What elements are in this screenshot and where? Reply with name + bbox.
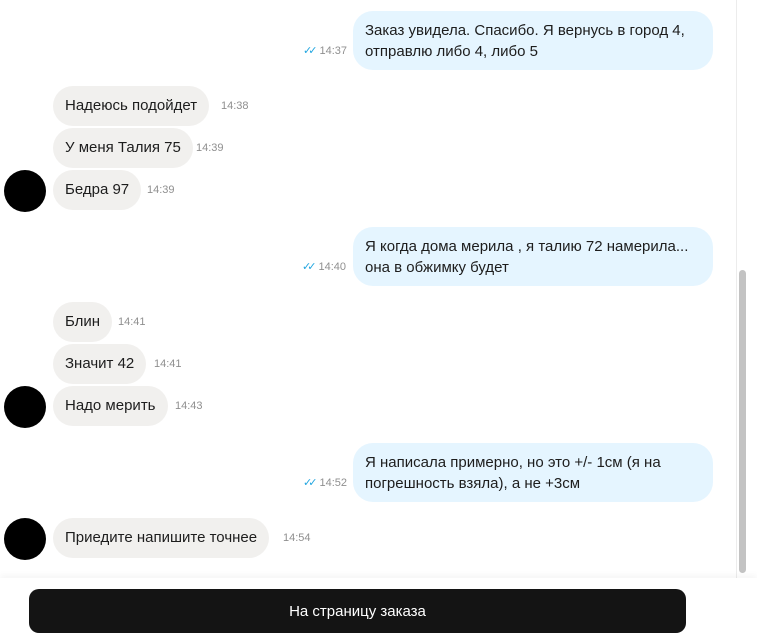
chat-message-list[interactable]: ✓✓ 14:37 Заказ увидела. Спасибо. Я верну… — [0, 0, 740, 578]
incoming-message[interactable]: Значит 42 — [53, 344, 147, 384]
message-text: Значит 42 — [65, 355, 135, 372]
message-time: 14:41 — [154, 358, 182, 370]
message-time: 14:54 — [283, 532, 311, 544]
message-time: ✓✓ 14:40 — [302, 261, 347, 273]
message-text: Заказ увидела. Спасибо. Я вернусь в горо… — [365, 22, 685, 60]
go-to-order-button[interactable]: На страницу заказа — [29, 589, 686, 633]
outgoing-message[interactable]: Я написала примерно, но это +/- 1см (я н… — [353, 443, 713, 502]
message-text: Бедра 97 — [65, 181, 130, 198]
go-to-order-button-label: На страницу заказа — [289, 602, 426, 620]
double-check-icon: ✓✓ — [303, 477, 318, 489]
incoming-message[interactable]: Блин — [53, 302, 113, 342]
message-text: Я написала примерно, но это +/- 1см (я н… — [365, 454, 661, 492]
message-time: 14:38 — [221, 100, 249, 112]
outgoing-message[interactable]: Я когда дома мерила , я талию 72 намерил… — [353, 227, 713, 286]
outgoing-message[interactable]: Заказ увидела. Спасибо. Я вернусь в горо… — [353, 11, 713, 70]
incoming-message[interactable]: Приедите напишите точнее — [53, 518, 270, 558]
message-time: ✓✓ 14:52 — [303, 477, 348, 489]
sender-avatar[interactable] — [4, 170, 46, 212]
message-text: Блин — [65, 313, 101, 330]
message-time: 14:41 — [118, 316, 146, 328]
message-text: Надо мерить — [65, 397, 156, 414]
message-text: Я когда дома мерила , я талию 72 намерил… — [365, 238, 689, 276]
message-text: Приедите напишите точнее — [65, 529, 258, 546]
message-text: У меня Талия 75 — [65, 139, 181, 156]
incoming-message[interactable]: У меня Талия 75 — [53, 128, 193, 168]
sender-avatar[interactable] — [4, 386, 46, 428]
incoming-message[interactable]: Бедра 97 — [53, 170, 142, 210]
double-check-icon: ✓✓ — [303, 45, 318, 57]
message-time: 14:39 — [147, 184, 175, 196]
sender-avatar[interactable] — [4, 518, 46, 560]
message-time: ✓✓ 14:37 — [303, 45, 348, 57]
double-check-icon: ✓✓ — [302, 261, 317, 273]
message-time: 14:43 — [175, 400, 203, 412]
incoming-message[interactable]: Надеюсь подойдет — [53, 86, 210, 126]
message-time: 14:39 — [196, 142, 224, 154]
scrollbar-thumb[interactable] — [739, 270, 746, 573]
message-text: Надеюсь подойдет — [65, 97, 198, 114]
incoming-message[interactable]: Надо мерить — [53, 386, 168, 426]
